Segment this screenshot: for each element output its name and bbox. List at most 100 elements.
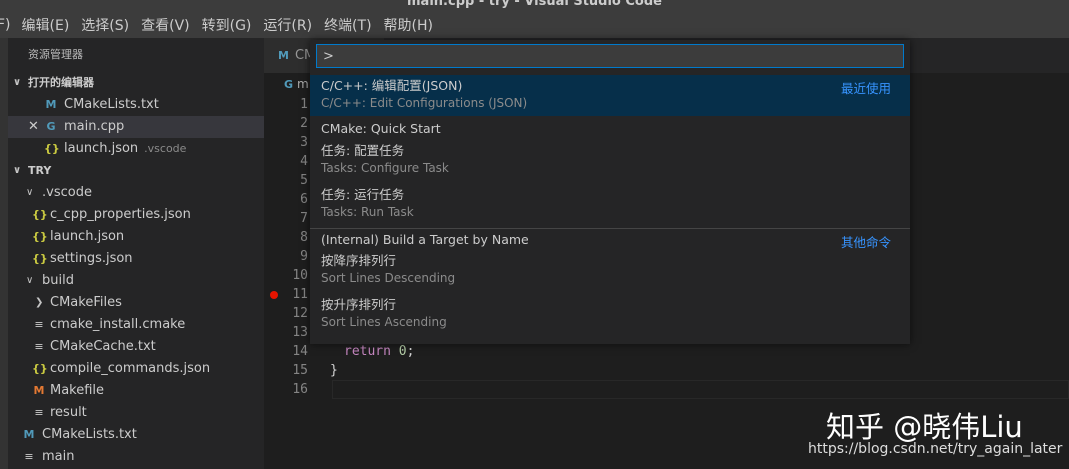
tree-item-label: CMakeLists.txt [42, 427, 137, 442]
tree-item-launch-json[interactable]: {} launch.json [8, 226, 264, 248]
menu-go[interactable]: 转到(G) [202, 15, 252, 35]
keyword-return: return [344, 344, 391, 359]
chevron-down-icon: ∨ [13, 165, 22, 176]
tree-item-label: c_cpp_properties.json [50, 207, 191, 222]
palette-item-title: 按升序排列行 [321, 297, 397, 312]
line-number[interactable]: 16 [264, 380, 314, 399]
palette-item-sort-ascending[interactable]: 按升序排列行 Sort Lines Ascending [310, 296, 910, 338]
open-editor-label: CMakeLists.txt [64, 97, 159, 112]
breakpoint-icon[interactable] [270, 291, 278, 299]
palette-item-configure-task[interactable]: 任务: 配置任务 Tasks: Configure Task [310, 142, 910, 184]
chevron-down-icon: ∨ [26, 187, 34, 198]
line-number[interactable]: 10 [264, 266, 314, 285]
current-line-highlight [332, 380, 1069, 399]
palette-item-subtitle: Sort Lines Descending [321, 271, 456, 285]
open-editor-label: main.cpp [64, 119, 125, 134]
line-number[interactable]: 5 [264, 171, 314, 190]
open-editor-label: launch.json [64, 141, 139, 156]
line-gutter: 1 2 3 4 5 6 7 8 9 10 11 12 13 14 15 16 [264, 95, 314, 399]
palette-item-edit-configurations[interactable]: C/C++: 编辑配置(JSON) C/C++: Edit Configurat… [310, 75, 910, 116]
tree-item-label: .vscode [42, 185, 92, 200]
line-number[interactable]: 2 [264, 114, 314, 133]
sidebar-title: 资源管理器 [28, 48, 83, 61]
breadcrumb[interactable]: Gm [264, 73, 309, 95]
palette-item-cmake-quick-start[interactable]: CMake: Quick Start [310, 120, 910, 142]
open-editors-header[interactable]: ∨ 打开的编辑器 [8, 72, 264, 94]
line-number[interactable]: 7 [264, 209, 314, 228]
return-value: 0 [398, 344, 407, 359]
tree-item-result[interactable]: ≡ result [8, 402, 264, 424]
close-icon[interactable]: ✕ [28, 116, 39, 138]
tree-item-label: cmake_install.cmake [50, 317, 186, 332]
palette-item-title: 按降序排列行 [321, 253, 397, 268]
menu-terminal[interactable]: 终端(T) [324, 15, 371, 35]
tree-item-c-cpp-properties[interactable]: {} c_cpp_properties.json [8, 204, 264, 226]
command-palette: C/C++: 编辑配置(JSON) C/C++: Edit Configurat… [310, 40, 910, 344]
open-editors-label: 打开的编辑器 [28, 76, 94, 89]
folder-header[interactable]: ∨ TRY [8, 160, 264, 182]
palette-item-title: C/C++: 编辑配置(JSON) [321, 78, 463, 93]
tree-item-makefile[interactable]: M Makefile [8, 380, 264, 402]
palette-item-subtitle: C/C++: Edit Configurations (JSON) [321, 96, 528, 110]
recently-used-tag: 最近使用 [840, 81, 891, 96]
line-number-breakpoint[interactable]: 11 [264, 285, 314, 304]
tree-item-vscode[interactable]: ∨ .vscode [8, 182, 264, 204]
palette-item-subtitle: Tasks: Configure Task [321, 161, 449, 175]
code-line-return[interactable]: return 0; [344, 342, 414, 361]
tree-item-cmake-install[interactable]: ≡ cmake_install.cmake [8, 314, 264, 336]
text-file-icon: ≡ [24, 450, 34, 463]
watermark-url: https://blog.csdn.net/try_again_later [808, 441, 1063, 457]
window-title: main.cpp - try - Visual Studio Code [407, 0, 662, 9]
menu-file[interactable]: F) [0, 17, 11, 33]
tree-item-settings-json[interactable]: {} settings.json [8, 248, 264, 270]
chevron-right-icon: ❯ [35, 297, 44, 308]
statement-end: ; [406, 344, 415, 359]
menu-run[interactable]: 运行(R) [263, 15, 312, 35]
folder-label: TRY [28, 164, 52, 177]
menu-selection[interactable]: 选择(S) [81, 15, 129, 35]
tree-item-main[interactable]: ≡ main [8, 446, 264, 468]
menu-help[interactable]: 帮助(H) [384, 15, 433, 35]
json-file-icon: {} [44, 142, 60, 155]
palette-item-title: CMake: Quick Start [321, 121, 441, 136]
json-file-icon: {} [32, 362, 48, 375]
text-file-icon: ≡ [34, 340, 44, 353]
palette-item-title: 任务: 配置任务 [321, 143, 405, 158]
command-palette-input[interactable] [316, 44, 904, 68]
palette-item-run-task[interactable]: 任务: 运行任务 Tasks: Run Task [310, 186, 910, 228]
open-editor-cmakelists[interactable]: M CMakeLists.txt [8, 94, 264, 116]
line-number-text: 11 [292, 287, 308, 302]
menu-edit[interactable]: 编辑(E) [22, 15, 70, 35]
line-number[interactable]: 6 [264, 190, 314, 209]
tree-item-cmakefiles[interactable]: ❯ CMakeFiles [8, 292, 264, 314]
tree-item-build[interactable]: ∨ build [8, 270, 264, 292]
tree-item-label: launch.json [50, 229, 125, 244]
menu-view[interactable]: 查看(V) [141, 15, 190, 35]
palette-item-build-target[interactable]: (Internal) Build a Target by Name 其他命令 [310, 231, 910, 253]
line-number[interactable]: 1 [264, 95, 314, 114]
line-number[interactable]: 8 [264, 228, 314, 247]
json-file-icon: {} [32, 230, 48, 243]
line-number[interactable]: 9 [264, 247, 314, 266]
code-line-close-brace[interactable]: } [330, 361, 338, 380]
breadcrumb-label: m [297, 77, 309, 91]
line-number[interactable]: 14 [264, 342, 314, 361]
palette-item-subtitle: Sort Lines Ascending [321, 315, 447, 329]
tree-item-compile-commands[interactable]: {} compile_commands.json [8, 358, 264, 380]
palette-item-subtitle: Tasks: Run Task [321, 205, 414, 219]
open-editor-main-cpp[interactable]: ✕ G main.cpp [8, 116, 264, 138]
text-file-icon: ≡ [34, 406, 44, 419]
palette-item-sort-descending[interactable]: 按降序排列行 Sort Lines Descending [310, 252, 910, 294]
line-number[interactable]: 4 [264, 152, 314, 171]
tree-item-cmakelists[interactable]: M CMakeLists.txt [8, 424, 264, 446]
line-number[interactable]: 12 [264, 304, 314, 323]
makefile-icon: M [33, 384, 45, 397]
tree-item-cmakecache[interactable]: ≡ CMakeCache.txt [8, 336, 264, 358]
line-number[interactable]: 3 [264, 133, 314, 152]
chevron-down-icon: ∨ [26, 275, 34, 286]
line-number[interactable]: 15 [264, 361, 314, 380]
cpp-file-icon: G [284, 78, 294, 91]
line-number[interactable]: 13 [264, 323, 314, 342]
other-commands-tag: 其他命令 [840, 235, 891, 250]
open-editor-launch-json[interactable]: {} launch.json .vscode [8, 138, 264, 160]
